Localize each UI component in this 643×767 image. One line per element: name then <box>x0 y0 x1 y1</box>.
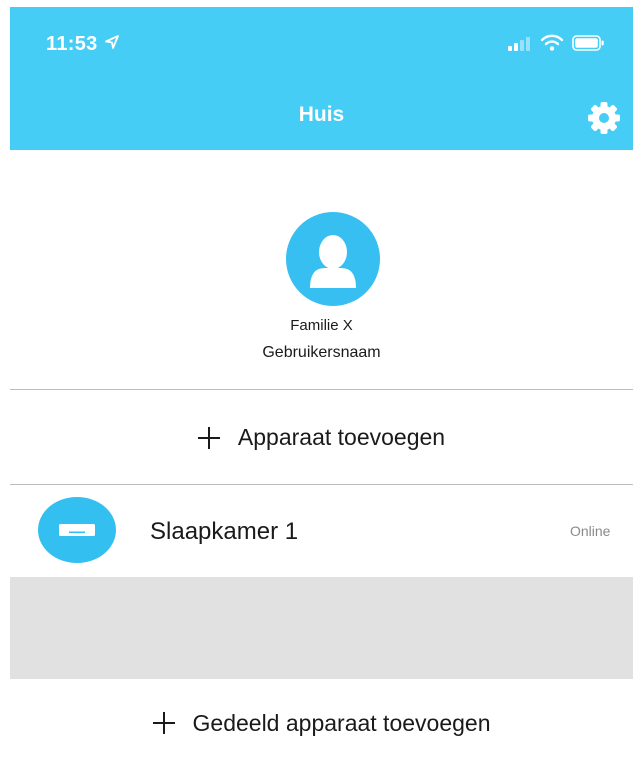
app-screen: 11:53 Huis Familie X Gebruikersnaam Appa… <box>10 7 633 767</box>
avatar[interactable] <box>286 212 380 306</box>
header: 11:53 Huis <box>10 7 633 150</box>
device-row-slaapkamer-1[interactable]: Slaapkamer 1 Online <box>10 485 633 577</box>
signal-icon <box>508 37 530 51</box>
profile-section: Familie X Gebruikersnaam <box>10 150 633 390</box>
username-label: Gebruikersnaam <box>262 344 381 361</box>
air-conditioner-glyph <box>59 524 95 536</box>
status-bar: 11:53 <box>10 7 633 77</box>
profile-name: Familie X <box>290 317 353 334</box>
add-shared-device-button[interactable]: Gedeeld apparaat toevoegen <box>10 679 633 767</box>
add-device-button[interactable]: Apparaat toevoegen <box>10 390 633 485</box>
location-arrow-icon <box>105 35 119 49</box>
battery-icon <box>572 35 604 51</box>
device-name: Slaapkamer 1 <box>150 518 299 545</box>
device-status: Online <box>570 523 611 539</box>
status-time: 11:53 <box>46 33 98 55</box>
separator-band <box>10 577 633 679</box>
wifi-icon <box>541 34 563 51</box>
page-title: Huis <box>298 103 345 126</box>
plus-icon <box>152 712 175 734</box>
add-device-label: Apparaat toevoegen <box>237 424 446 450</box>
user-icon <box>310 235 356 288</box>
air-conditioner-icon <box>38 497 116 563</box>
plus-icon <box>197 426 220 449</box>
gear-icon[interactable] <box>587 101 621 135</box>
add-shared-device-label: Gedeeld apparaat toevoegen <box>192 709 491 736</box>
